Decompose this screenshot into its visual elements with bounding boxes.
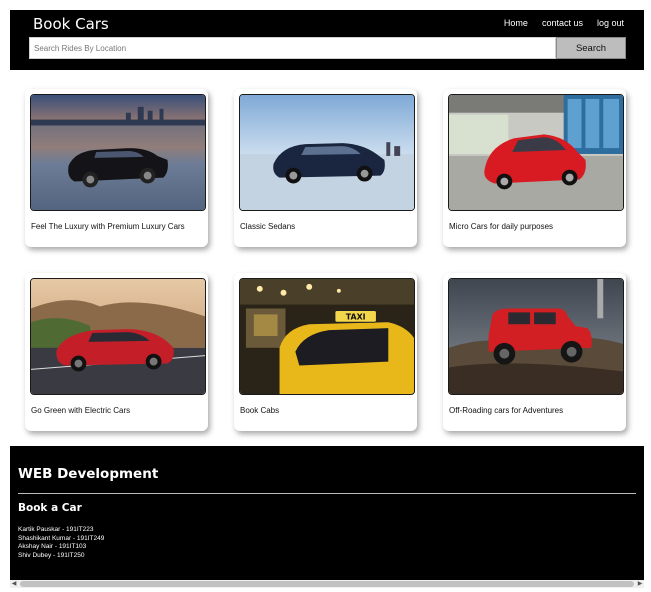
card-caption: Off-Roading cars for Adventures [449,406,564,415]
card-caption: Go Green with Electric Cars [31,406,131,415]
horizontal-scrollbar[interactable]: ◀ ▶ [10,580,644,588]
footer: WEB Development Book a Car Kartik Pauska… [10,446,644,580]
card-image-electric-car [30,278,206,395]
card-caption: Feel The Luxury with Premium Luxury Cars [31,222,185,231]
nav-links: Home contact us log out [504,18,624,28]
card-image-luxury-car [30,94,206,211]
nav-link-home[interactable]: Home [504,18,528,28]
card-electric-cars[interactable]: Go Green with Electric Cars [25,273,208,431]
card-image-taxi: TAXI [239,278,415,395]
card-classic-sedans[interactable]: Classic Sedans [234,89,417,247]
card-micro-cars[interactable]: Micro Cars for daily purposes [443,89,626,247]
card-image-sedan [239,94,415,211]
card-off-roading-cars[interactable]: Off-Roading cars for Adventures [443,273,626,431]
card-caption: Micro Cars for daily purposes [449,222,554,231]
nav-link-contact-us[interactable]: contact us [542,18,583,28]
team-member: Kartik Pauskar - 191IT223 [18,526,94,533]
card-luxury-cars[interactable]: Feel The Luxury with Premium Luxury Cars [25,89,208,247]
team-member: Akshay Nair - 191IT103 [18,543,87,551]
card-image-jeep [448,278,624,395]
scroll-right-arrow-icon[interactable]: ▶ [636,580,644,588]
brand-title[interactable]: Book Cars [33,15,109,33]
card-cabs[interactable]: TAXI Book Cabs [234,273,417,431]
footer-divider [18,493,636,494]
footer-title: WEB Development [18,466,159,482]
team-member-list: Kartik Pauskar - 191IT223 Shashikant Kum… [18,526,104,560]
team-member: Shashikant Kumar - 191IT249 [18,534,105,542]
scrollbar-thumb[interactable] [20,581,634,587]
card-caption: Book Cabs [240,406,280,415]
nav-link-log-out[interactable]: log out [597,18,624,28]
team-member: Shiv Dubey - 191IT250 [18,551,85,559]
top-navbar: Book Cars Home contact us log out Search [10,10,644,70]
search-button[interactable]: Search [556,37,626,59]
footer-subtitle: Book a Car [18,502,82,514]
svg-text:TAXI: TAXI [346,312,366,321]
card-caption: Classic Sedans [240,222,296,231]
card-image-hatchback [448,94,624,211]
scroll-left-arrow-icon[interactable]: ◀ [10,580,18,588]
search-input[interactable] [29,37,556,59]
